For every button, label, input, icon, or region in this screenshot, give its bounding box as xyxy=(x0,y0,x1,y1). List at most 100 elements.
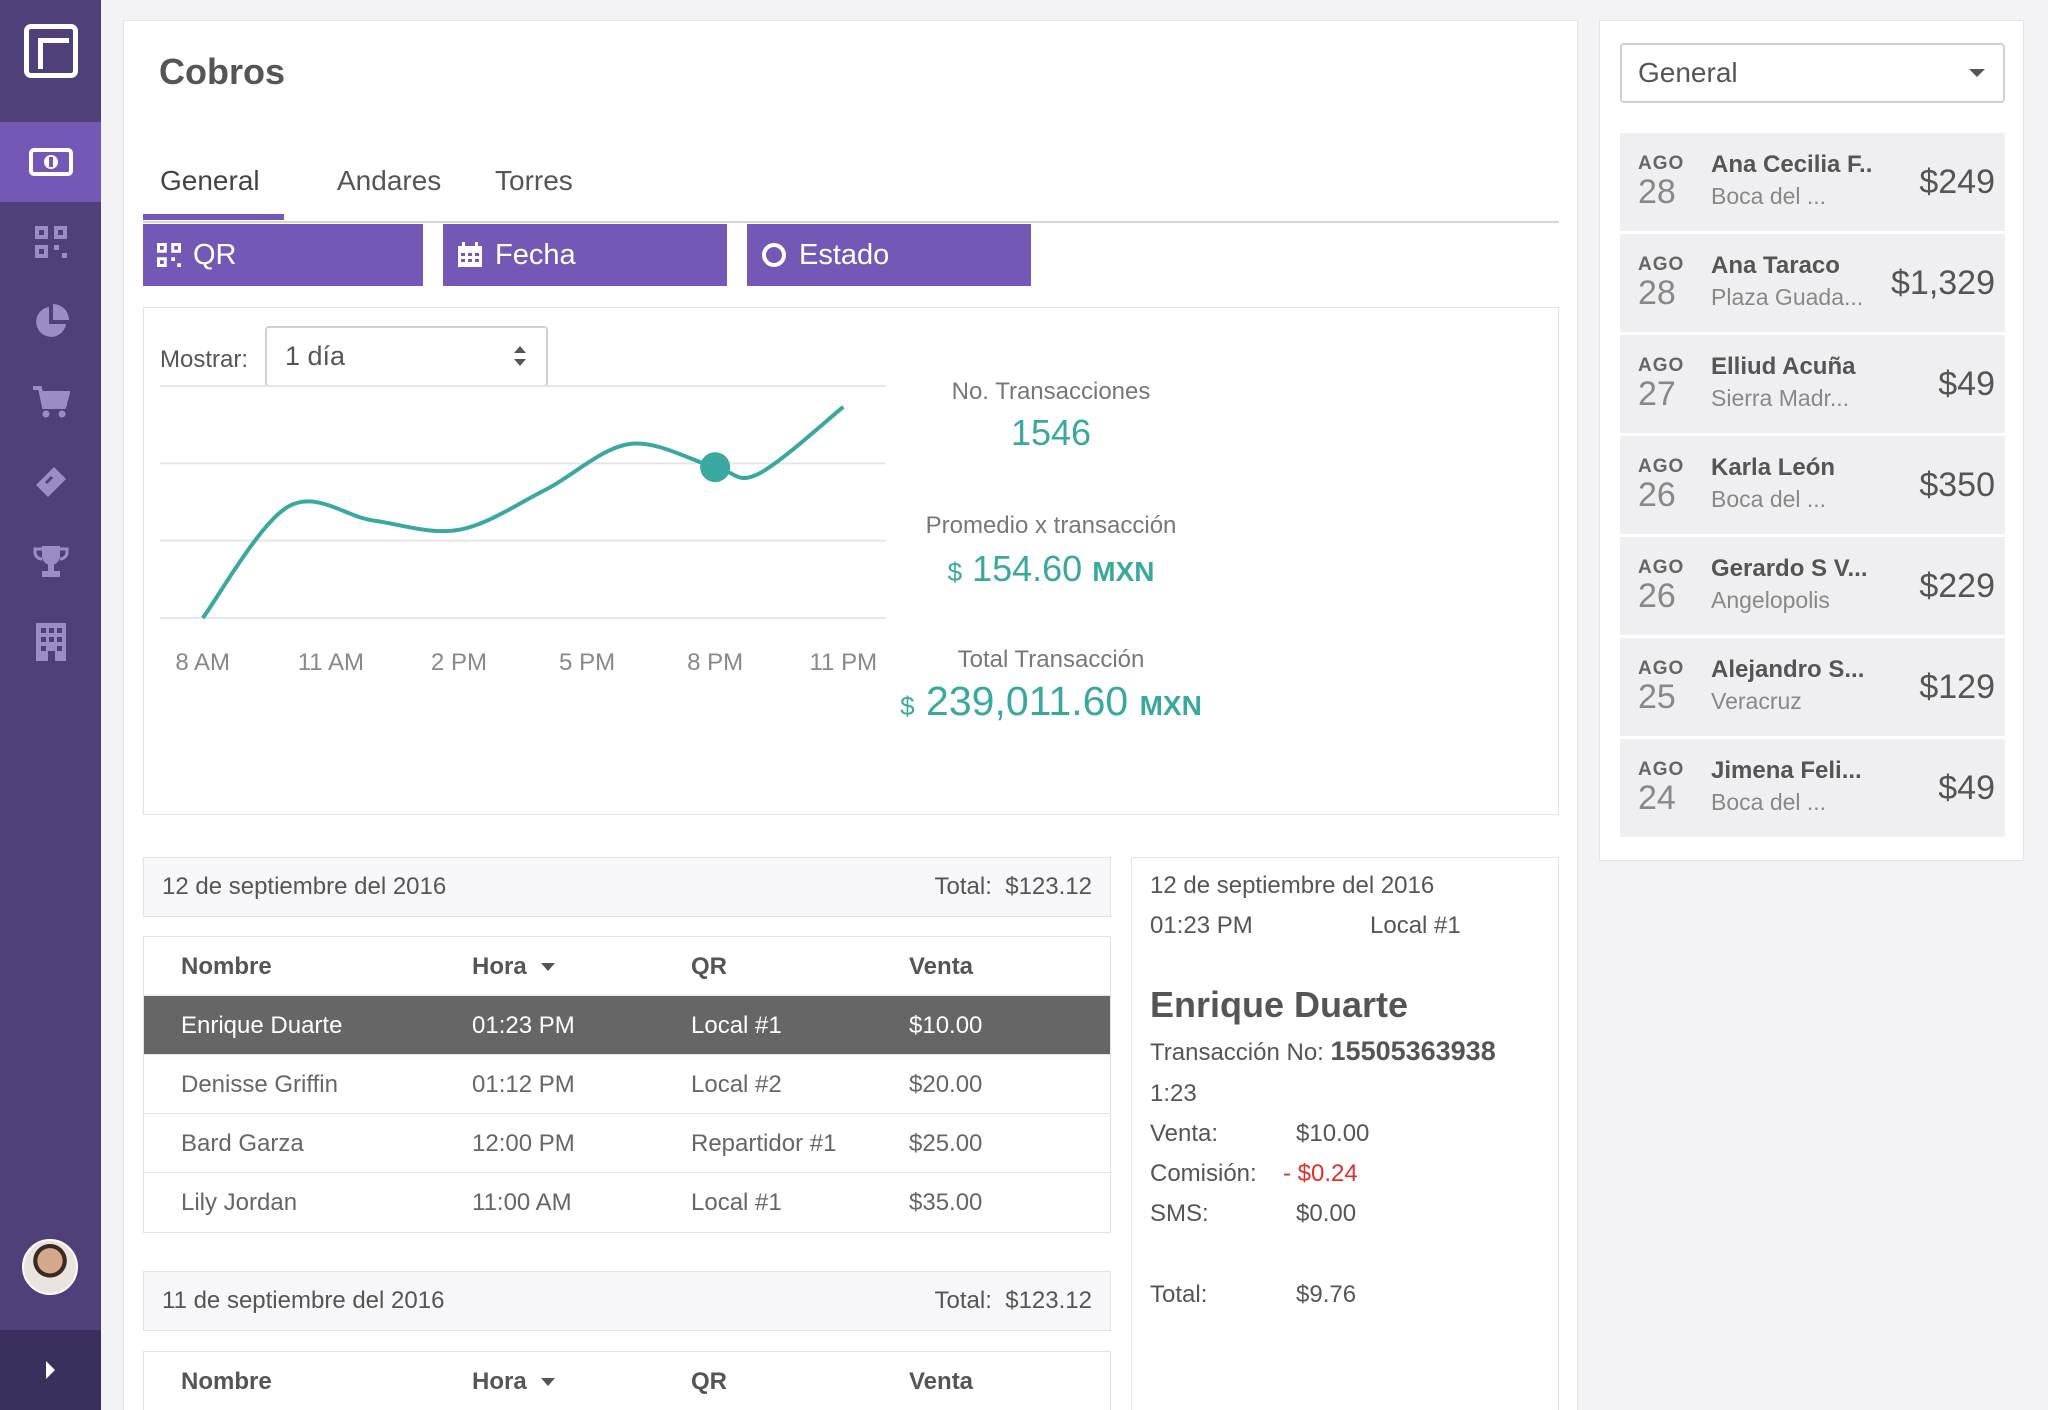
payments-filter-select[interactable]: General xyxy=(1620,43,2005,103)
payment-amount: $350 xyxy=(1919,466,1995,504)
circle-icon xyxy=(762,243,786,267)
money-icon xyxy=(28,148,73,176)
payment-day: 27 xyxy=(1638,375,1676,413)
day-header-total-value: $123.12 xyxy=(1005,873,1092,900)
payment-item[interactable]: AGO 28 Ana Taraco Plaza Guada... $1,329 xyxy=(1620,234,2005,332)
column-header-nombre[interactable]: Nombre xyxy=(181,937,272,996)
table-row[interactable]: Denisse Griffin 01:12 PM Local #2 $20.00 xyxy=(144,1055,1110,1114)
tab-andares[interactable]: Andares xyxy=(337,165,441,197)
cell-qr: Local #2 xyxy=(691,1070,782,1098)
payment-customer-name: Gerardo S V... xyxy=(1711,555,1868,582)
sort-down-icon xyxy=(541,962,556,971)
promedio-label: Promedio x transacción xyxy=(925,512,1177,539)
sidebar xyxy=(0,0,101,1410)
payment-item[interactable]: AGO 25 Alejandro S... Veracruz $129 xyxy=(1620,638,2005,736)
filter-qr-label: QR xyxy=(193,238,237,271)
column-header-qr[interactable]: QR xyxy=(691,937,727,996)
detail-location: Local #1 xyxy=(1370,912,1461,939)
payment-location: Boca del ... xyxy=(1711,789,1827,815)
sidebar-item-tickets[interactable] xyxy=(0,442,101,522)
filter-fecha-button[interactable]: Fecha xyxy=(443,224,727,286)
sidebar-item-buildings[interactable] xyxy=(0,602,101,682)
cell-venta: $25.00 xyxy=(909,1129,983,1157)
sidebar-item-reports[interactable] xyxy=(0,282,101,362)
payment-location: Angelopolis xyxy=(1711,587,1830,613)
promedio-value: $ 154.60 MXN xyxy=(871,548,1231,590)
payment-month: AGO xyxy=(1638,759,1685,780)
detail-sms-label: SMS: xyxy=(1150,1200,1209,1227)
payment-customer-name: Alejandro S... xyxy=(1711,656,1865,683)
detail-duration: 1:23 xyxy=(1150,1080,1197,1107)
series-line xyxy=(201,405,845,620)
transaction-detail-panel: 12 de septiembre del 2016 01:23 PM Local… xyxy=(1131,857,1559,1410)
payment-location: Sierra Madr... xyxy=(1711,385,1850,411)
column-header-nombre[interactable]: Nombre xyxy=(181,1352,272,1410)
payment-customer-name: Jimena Feli... xyxy=(1711,757,1862,784)
payment-customer-name: Ana Taraco xyxy=(1711,252,1840,279)
payment-amount: $1,329 xyxy=(1891,264,1995,302)
cell-nombre: Lily Jordan xyxy=(181,1188,298,1216)
column-header-venta[interactable]: Venta xyxy=(909,1352,973,1410)
avatar[interactable] xyxy=(22,1239,78,1295)
sidebar-item-cobros[interactable] xyxy=(0,122,101,202)
column-header-hora[interactable]: Hora xyxy=(472,1352,556,1410)
tab-general[interactable]: General xyxy=(160,165,260,197)
data-point[interactable] xyxy=(700,452,731,483)
column-header-venta[interactable]: Venta xyxy=(909,937,973,996)
x-tick-label: 5 PM xyxy=(559,649,615,676)
ticket-icon xyxy=(35,467,66,497)
column-header-qr[interactable]: QR xyxy=(691,1352,727,1410)
payment-customer-name: Elliud Acuña xyxy=(1711,353,1856,380)
payment-day: 25 xyxy=(1638,678,1676,716)
promedio-currency: $ xyxy=(947,557,963,587)
total-label: Total Transacción xyxy=(957,646,1145,673)
building-icon xyxy=(35,623,66,661)
table-row[interactable]: Bard Garza 12:00 PM Repartidor #1 $25.00 xyxy=(144,1114,1110,1173)
transactions-table: Nombre Hora QR Venta Enrique Duarte 01:2… xyxy=(143,936,1111,1233)
payment-item[interactable]: AGO 26 Gerardo S V... Angelopolis $229 xyxy=(1620,537,2005,635)
payment-day: 28 xyxy=(1638,173,1676,211)
detail-sms-value: $0.00 xyxy=(1296,1200,1357,1227)
total-amount: 239,011.60 xyxy=(926,678,1129,724)
payment-month: AGO xyxy=(1638,254,1685,275)
cell-nombre: Enrique Duarte xyxy=(181,1011,343,1039)
table-row[interactable]: Lily Jordan 11:00 AM Local #1 $35.00 xyxy=(144,1173,1110,1232)
sidebar-expand-button[interactable] xyxy=(0,1330,101,1410)
payment-item[interactable]: AGO 28 Ana Cecilia F.. Boca del ... $249 xyxy=(1620,133,2005,231)
day-header-total: Total: $123.12 xyxy=(935,1287,1092,1315)
payment-item[interactable]: AGO 27 Elliud Acuña Sierra Madr... $49 xyxy=(1620,335,2005,433)
day-header-total-label: Total: xyxy=(934,873,992,900)
sidebar-item-shop[interactable] xyxy=(0,362,101,442)
cell-qr: Local #1 xyxy=(691,1011,782,1039)
qr-icon xyxy=(157,243,181,267)
payment-month: AGO xyxy=(1638,557,1685,578)
column-header-hora-label: Hora xyxy=(472,952,527,980)
payment-item[interactable]: AGO 24 Jimena Feli... Boca del ... $49 xyxy=(1620,739,2005,837)
day-header-date: 11 de septiembre del 2016 xyxy=(162,1287,445,1314)
payment-day: 28 xyxy=(1638,274,1676,312)
active-tab-indicator xyxy=(143,214,284,220)
tab-torres[interactable]: Torres xyxy=(495,165,573,197)
x-tick-label: 8 PM xyxy=(687,649,743,676)
filter-qr-button[interactable]: QR xyxy=(143,224,423,286)
cell-venta: $35.00 xyxy=(909,1188,983,1216)
payment-amount: $49 xyxy=(1938,769,1995,807)
payment-day: 26 xyxy=(1638,577,1676,615)
cell-venta: $20.00 xyxy=(909,1070,983,1098)
app-logo-icon[interactable] xyxy=(24,24,78,78)
cell-nombre: Denisse Griffin xyxy=(181,1070,338,1098)
transacciones-value: 1546 xyxy=(1010,412,1092,453)
day-header-date: 12 de septiembre del 2016 xyxy=(162,873,447,900)
sidebar-item-rewards[interactable] xyxy=(0,522,101,602)
sidebar-item-qr[interactable] xyxy=(0,202,101,282)
column-header-hora[interactable]: Hora xyxy=(472,937,556,996)
qr-icon xyxy=(34,226,67,258)
table-row[interactable]: Enrique Duarte 01:23 PM Local #1 $10.00 xyxy=(144,996,1110,1055)
payment-location: Plaza Guada... xyxy=(1711,284,1864,310)
payment-location: Boca del ... xyxy=(1711,183,1827,209)
cell-hora: 12:00 PM xyxy=(472,1129,575,1157)
payment-customer-name: Karla León xyxy=(1711,454,1836,481)
filter-estado-button[interactable]: Estado xyxy=(747,224,1031,286)
payment-item[interactable]: AGO 26 Karla León Boca del ... $350 xyxy=(1620,436,2005,534)
detail-total-value: $9.76 xyxy=(1296,1281,1357,1308)
